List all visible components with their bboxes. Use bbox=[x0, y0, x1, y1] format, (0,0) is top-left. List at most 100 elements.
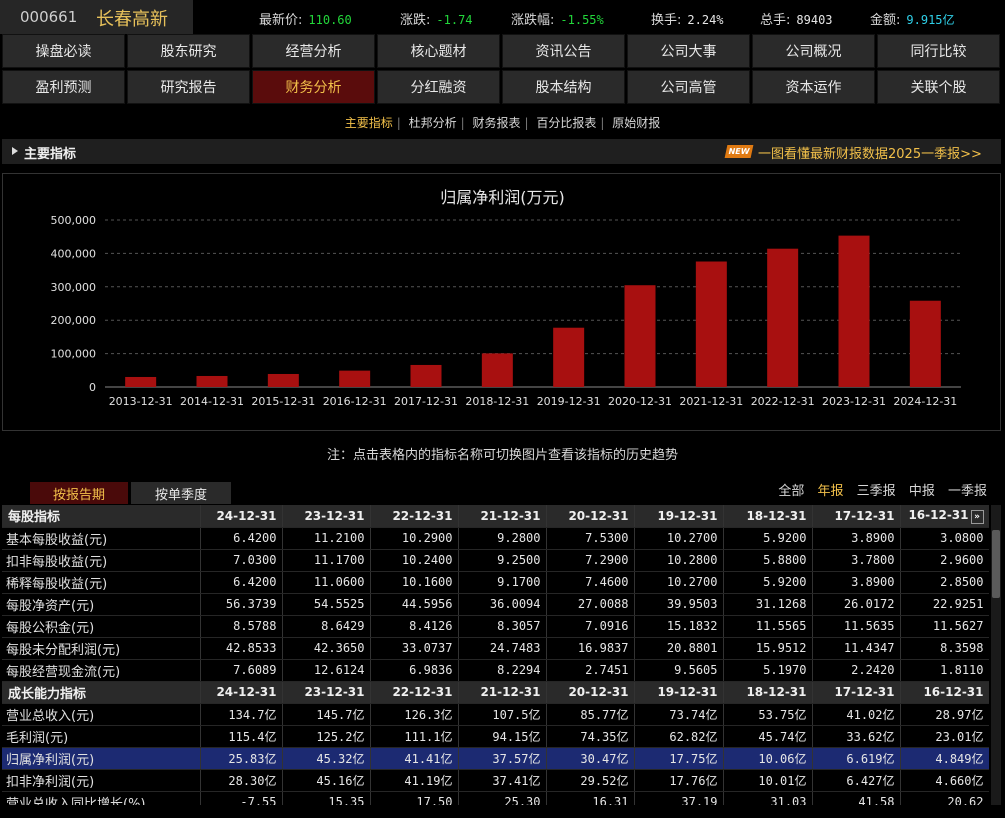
latest-price: 最新价: 110.60 bbox=[259, 9, 352, 28]
date-header-cell: 16-12-31 bbox=[900, 681, 989, 704]
subnav-statements[interactable]: 财务报表 bbox=[472, 116, 520, 130]
value-cell: 62.82亿 bbox=[634, 725, 724, 748]
y-tick-label: 0 bbox=[89, 381, 96, 394]
value-cell: 10.06亿 bbox=[723, 747, 813, 770]
quote-bar: 000661 长春高新 最新价: 110.60 涨跌: -1.74 涨跌幅: -1.5… bbox=[0, 0, 1005, 34]
turnover: 换手: 2.24% bbox=[651, 9, 724, 28]
x-tick-label: 2014-12-31 bbox=[180, 395, 244, 408]
date-header-cell: 18-12-31 bbox=[723, 681, 813, 704]
x-tick-label: 2021-12-31 bbox=[679, 395, 743, 408]
section-title: 主要指标 bbox=[24, 147, 77, 162]
indicator-name-cell[interactable]: 基本每股收益(元) bbox=[2, 527, 201, 550]
nav-tab-2-4[interactable]: 分红融资 bbox=[377, 70, 500, 104]
x-tick-label: 2013-12-31 bbox=[109, 395, 173, 408]
bar bbox=[125, 376, 157, 387]
indicator-name-cell[interactable]: 营业总收入(元) bbox=[2, 703, 201, 726]
value-cell: 54.5525 bbox=[282, 593, 371, 616]
filter-annual[interactable]: 年报 bbox=[818, 484, 844, 499]
date-header-label: 16-12-31 bbox=[908, 507, 969, 522]
value-cell: 17.50 bbox=[370, 791, 459, 805]
indicator-name-cell[interactable]: 归属净利润(元) bbox=[2, 747, 201, 770]
nav-tab-2-2[interactable]: 研究报告 bbox=[127, 70, 250, 104]
nav-tab-1-7[interactable]: 公司概况 bbox=[752, 34, 875, 68]
filter-q1[interactable]: 一季报 bbox=[948, 484, 987, 499]
x-tick-label: 2023-12-31 bbox=[822, 395, 886, 408]
filter-midyear[interactable]: 中报 bbox=[909, 484, 935, 499]
bar bbox=[481, 353, 513, 387]
value-cell: 134.7亿 bbox=[200, 703, 283, 726]
nav-tab-1-8[interactable]: 同行比较 bbox=[877, 34, 1000, 68]
turnover-label: 换手: bbox=[651, 13, 682, 28]
value-cell: 9.2500 bbox=[458, 549, 547, 572]
value-cell: 33.62亿 bbox=[812, 725, 901, 748]
value-cell: 36.0094 bbox=[458, 593, 547, 616]
nav-tab-1-4[interactable]: 核心题材 bbox=[377, 34, 500, 68]
value-cell: 3.7800 bbox=[812, 549, 901, 572]
indicator-name-cell[interactable]: 扣非每股收益(元) bbox=[2, 549, 201, 572]
indicator-name-cell[interactable]: 营业总收入同比增长(%) bbox=[2, 791, 201, 805]
y-tick-label: 200,000 bbox=[51, 314, 97, 327]
x-tick-label: 2024-12-31 bbox=[893, 395, 957, 408]
value-cell: 11.5565 bbox=[723, 615, 813, 638]
filter-all[interactable]: 全部 bbox=[778, 484, 804, 499]
table-row: 归属净利润(元) 25.83亿 45.32亿 41.41亿 37.57亿 30.47亿 17… bbox=[2, 747, 989, 770]
value-cell: 39.9503 bbox=[634, 593, 724, 616]
value-cell: 8.3057 bbox=[458, 615, 547, 638]
sub-nav: 主要指标 | 杜邦分析 | 财务报表 | 百分比报表 | 原始财报 bbox=[0, 114, 1005, 131]
table-row: 基本每股收益(元) 6.4200 11.2100 10.2900 9.2800 7.530… bbox=[2, 527, 989, 550]
date-header-label: 18-12-31 bbox=[746, 508, 807, 523]
value-cell: 56.3739 bbox=[200, 593, 283, 616]
x-tick-label: 2016-12-31 bbox=[323, 395, 387, 408]
indicator-name-cell[interactable]: 稀释每股收益(元) bbox=[2, 571, 201, 594]
nav-tab-2-8[interactable]: 关联个股 bbox=[877, 70, 1000, 104]
nav-tab-2-7[interactable]: 资本运作 bbox=[752, 70, 875, 104]
value-cell: 37.19 bbox=[634, 791, 724, 805]
table-scrollbar-thumb[interactable] bbox=[992, 530, 1000, 598]
nav-tab-2-1[interactable]: 盈利预测 bbox=[2, 70, 125, 104]
table-row: 毛利润(元) 115.4亿 125.2亿 111.1亿 94.15亿 74.35亿 62.8… bbox=[2, 725, 989, 748]
report-promo-link[interactable]: 一图看懂最新财报数据2025一季报>> bbox=[758, 143, 982, 162]
nav-tab-1-6[interactable]: 公司大事 bbox=[627, 34, 750, 68]
nav-tab-2-6[interactable]: 公司高管 bbox=[627, 70, 750, 104]
value-cell: 11.5635 bbox=[812, 615, 901, 638]
table-row: 稀释每股收益(元) 6.4200 11.0600 10.1600 9.1700 7.460… bbox=[2, 571, 989, 594]
nav-tab-1-5[interactable]: 资讯公告 bbox=[502, 34, 625, 68]
tab-by-single-quarter[interactable]: 按单季度 bbox=[131, 482, 231, 504]
subnav-main-indicators[interactable]: 主要指标 bbox=[345, 116, 393, 130]
indicator-name-cell[interactable]: 每股净资产(元) bbox=[2, 593, 201, 616]
value-cell: 6.427亿 bbox=[812, 769, 901, 792]
value-cell: 29.52亿 bbox=[546, 769, 635, 792]
date-header-label: 19-12-31 bbox=[657, 508, 718, 523]
bar bbox=[339, 370, 371, 387]
value-cell: 7.2900 bbox=[546, 549, 635, 572]
subnav-original-reports[interactable]: 原始财报 bbox=[612, 116, 660, 130]
value-cell: 7.5300 bbox=[546, 527, 635, 550]
indicator-name-cell[interactable]: 每股未分配利润(元) bbox=[2, 637, 201, 660]
x-tick-label: 2018-12-31 bbox=[465, 395, 529, 408]
tab-by-report-period[interactable]: 按报告期 bbox=[30, 482, 128, 504]
nav-tab-1-2[interactable]: 股东研究 bbox=[127, 34, 250, 68]
subnav-dupont[interactable]: 杜邦分析 bbox=[409, 116, 457, 130]
more-columns-button[interactable]: » bbox=[970, 509, 984, 524]
nav-tab-2-3[interactable]: 财务分析 bbox=[252, 70, 375, 104]
date-header-cell: 18-12-31 bbox=[723, 505, 813, 528]
date-header-cell: 22-12-31 bbox=[370, 681, 459, 704]
nav-tab-1-3[interactable]: 经营分析 bbox=[252, 34, 375, 68]
x-tick-label: 2022-12-31 bbox=[751, 395, 815, 408]
value-cell: 41.41亿 bbox=[370, 747, 459, 770]
subnav-percent-statements[interactable]: 百分比报表 bbox=[536, 116, 596, 130]
indicator-name-cell[interactable]: 扣非净利润(元) bbox=[2, 769, 201, 792]
value-cell: 16.9837 bbox=[546, 637, 635, 660]
table-row: 每股公积金(元) 8.5788 8.6429 8.4126 8.3057 7.0916 15… bbox=[2, 615, 989, 638]
indicator-name-cell[interactable]: 每股经营现金流(元) bbox=[2, 659, 201, 682]
value-cell: 30.47亿 bbox=[546, 747, 635, 770]
indicator-name-cell[interactable]: 每股公积金(元) bbox=[2, 615, 201, 638]
bar bbox=[909, 300, 941, 387]
indicator-name-cell[interactable]: 毛利润(元) bbox=[2, 725, 201, 748]
nav-tab-2-5[interactable]: 股本结构 bbox=[502, 70, 625, 104]
filter-q3[interactable]: 三季报 bbox=[857, 484, 896, 499]
nav-tab-1-1[interactable]: 操盘必读 bbox=[2, 34, 125, 68]
date-header-label: 16-12-31 bbox=[923, 685, 984, 699]
date-header-label: 22-12-31 bbox=[392, 508, 453, 523]
value-cell: 8.6429 bbox=[282, 615, 371, 638]
